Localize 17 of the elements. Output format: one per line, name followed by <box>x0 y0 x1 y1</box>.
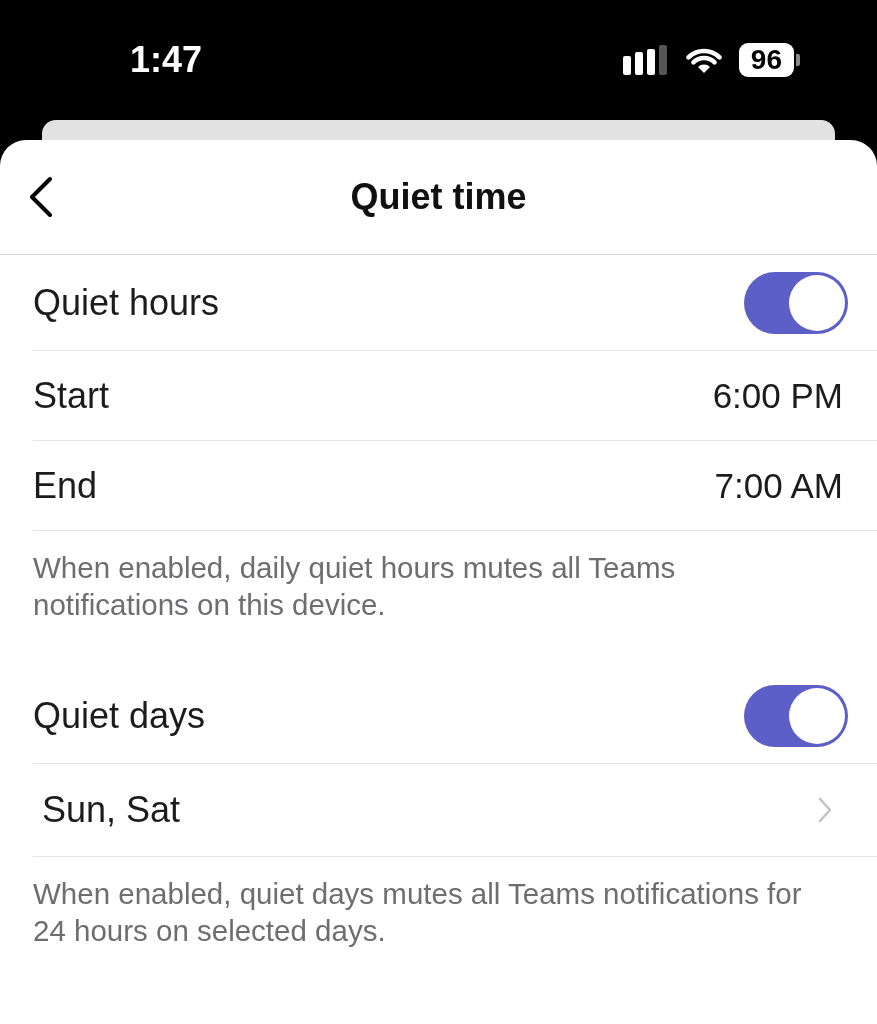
setting-label: Quiet days <box>33 693 206 738</box>
setting-label: End <box>33 463 98 508</box>
page-title: Quiet time <box>350 175 527 219</box>
chevron-left-icon <box>28 176 54 218</box>
status-time: 1:47 <box>130 42 203 78</box>
setting-label: Start <box>33 373 110 418</box>
footnote-text: When enabled, daily quiet hours mutes all Teams notifications on this device. <box>32 550 677 623</box>
time-value[interactable]: 6:00 PM <box>712 374 843 417</box>
chevron-right-icon <box>818 797 832 823</box>
days-selector[interactable]: Sun, Sat <box>33 764 877 856</box>
wifi-icon <box>684 46 723 74</box>
setting-label: Quiet hours <box>33 280 220 325</box>
battery-level: 96 <box>738 43 794 77</box>
footnote-text: When enabled, quiet days mutes all Teams notifications for 24 hours on selected days. <box>32 876 803 949</box>
time-value[interactable]: 7:00 AM <box>714 464 843 507</box>
signal-icon <box>622 45 669 75</box>
battery-tip-icon <box>796 54 800 66</box>
